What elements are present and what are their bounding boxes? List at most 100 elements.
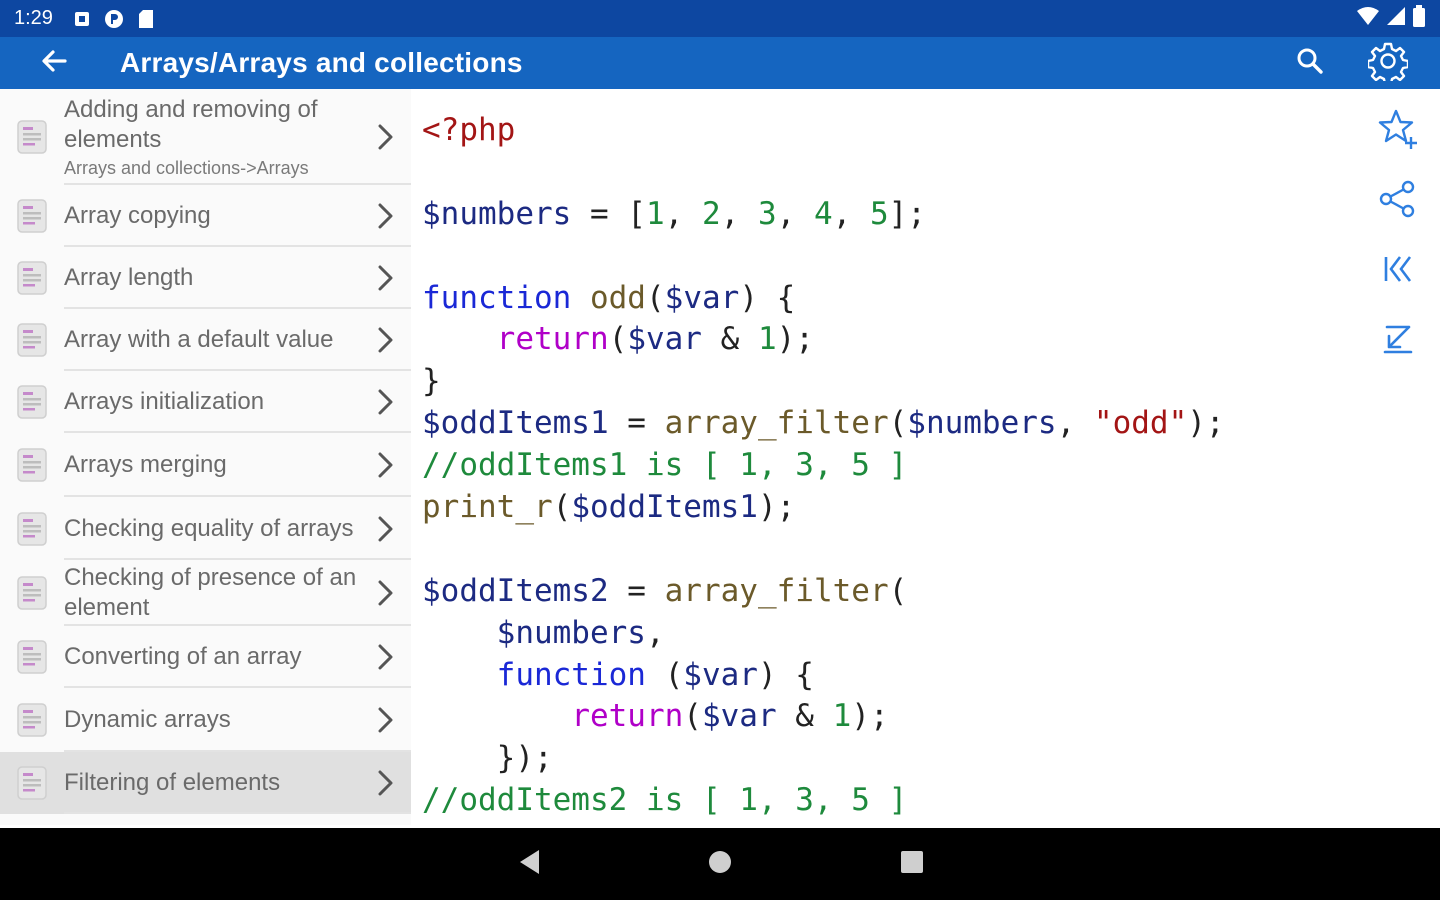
list-item-label: Array length (64, 264, 194, 291)
code-token: ( (888, 572, 908, 609)
nav-home-button[interactable] (690, 834, 750, 894)
code-token: , (1056, 405, 1094, 442)
gear-icon (1366, 41, 1410, 86)
code-token: = (608, 572, 665, 609)
search-button[interactable] (1284, 37, 1336, 89)
share-icon (1378, 179, 1418, 224)
code-token: $numbers (422, 195, 572, 232)
document-icon (16, 198, 48, 234)
list-item-text: Adding and removing of elements Arrays an… (64, 95, 363, 179)
scroll-to-end-button[interactable] (1368, 306, 1428, 376)
back-button[interactable] (0, 37, 110, 89)
document-icon (16, 765, 48, 801)
list-item[interactable]: Array copying (0, 185, 411, 247)
battery-icon (1412, 5, 1426, 32)
settings-button[interactable] (1362, 37, 1414, 89)
arrow-left-icon (41, 46, 69, 81)
list-item-label: Arrays merging (64, 451, 227, 478)
chevron-right-icon (369, 121, 401, 153)
jump-to-start-button[interactable] (1368, 236, 1428, 306)
navigation-bar (0, 828, 1440, 900)
code-token: return (571, 698, 684, 735)
code-token: $var (683, 656, 758, 693)
skip-to-start-icon (1378, 249, 1418, 294)
code-line: $numbers, (422, 613, 1362, 655)
code-token: & (701, 321, 758, 358)
list-item-text: Dynamic arrays (64, 705, 231, 735)
code-token: ); (757, 489, 796, 526)
code-token: 1 (757, 321, 777, 358)
list-item-text: Checking equality of arrays (64, 514, 353, 544)
chevron-right-icon (369, 641, 401, 673)
code-line: $oddItems1 = array_filter($numbers, "odd… (422, 403, 1362, 445)
code-token: = (608, 405, 665, 442)
code-token: array_filter (664, 405, 889, 442)
code-line: } (422, 361, 1362, 403)
nav-recents-button[interactable] (882, 834, 942, 894)
list-item-label: Adding and removing of elements (64, 96, 318, 153)
code-line: }); (422, 738, 1362, 780)
list-item[interactable]: Arrays merging (0, 433, 411, 497)
code-token: $numbers (496, 614, 646, 651)
chevron-right-icon (369, 513, 401, 545)
document-icon (16, 384, 48, 420)
list-item-text: Array length (64, 263, 193, 293)
list-item[interactable]: Arrays initialization (0, 371, 411, 433)
list-item-text: Checking of presence of an element (64, 563, 363, 623)
list-item-label: Checking of presence of an element (64, 564, 357, 621)
notification-square-icon (71, 8, 93, 30)
wifi-icon (1356, 6, 1380, 31)
list-item-subtitle: Arrays and collections->Arrays (64, 158, 309, 178)
add-favorite-button[interactable] (1368, 96, 1428, 166)
cell-signal-icon (1386, 6, 1406, 31)
list-item[interactable]: Checking of presence of an element (0, 560, 411, 626)
share-button[interactable] (1368, 166, 1428, 236)
code-line: //oddItems1 is [ 1, 3, 5 ] (422, 445, 1362, 487)
code-token: ( (888, 405, 908, 442)
code-token: function (422, 279, 572, 316)
code-token: 1 (832, 698, 852, 735)
document-icon (16, 119, 48, 155)
app-bar: Arrays/Arrays and collections (0, 37, 1440, 89)
list-item-label: Arrays initialization (64, 388, 265, 415)
code-token: <?php (422, 112, 516, 148)
code-view: <?php $numbers = [1, 2, 3, 4, 5]; functi… (422, 110, 1362, 825)
list-item[interactable]: Adding and removing of elements Arrays an… (0, 89, 411, 185)
chevron-right-icon (369, 386, 401, 418)
code-token: array_filter (664, 572, 889, 609)
list-item-label: Converting of an array (64, 643, 302, 670)
document-icon (16, 639, 48, 675)
star-add-icon (1376, 107, 1420, 156)
list-item[interactable]: Array with a default value (0, 309, 411, 371)
code-token: ) { (739, 279, 796, 316)
chevron-right-icon (369, 577, 401, 609)
code-token: ( (608, 321, 628, 358)
code-token: ]; (888, 195, 926, 232)
list-item-label: Dynamic arrays (64, 706, 231, 733)
list-item[interactable]: Checking equality of arrays (0, 497, 411, 560)
chevron-right-icon (369, 704, 401, 736)
list-item[interactable]: Converting of an array (0, 626, 411, 688)
code-token: function (496, 656, 646, 693)
nav-recents-icon (899, 849, 925, 880)
page-title: Arrays/Arrays and collections (120, 47, 523, 78)
code-token: , (720, 195, 758, 232)
code-token: "odd" (1093, 405, 1188, 442)
nav-back-icon (516, 848, 544, 881)
list-item[interactable]: Dynamic arrays (0, 688, 411, 752)
scroll-to-end-icon (1378, 319, 1418, 364)
nav-back-button[interactable] (500, 834, 560, 894)
code-line: return($var & 1); (422, 319, 1362, 361)
code-token: 2 (701, 195, 721, 232)
code-token: 3 (757, 195, 777, 232)
list-item[interactable]: Array length (0, 247, 411, 309)
code-token: ); (851, 698, 889, 735)
list-item-text: Arrays initialization (64, 387, 264, 417)
document-icon (16, 322, 48, 358)
code-token: $oddItems1 (571, 489, 758, 526)
list-item[interactable]: Filtering of elements (0, 752, 411, 814)
code-token: ( (683, 698, 702, 735)
